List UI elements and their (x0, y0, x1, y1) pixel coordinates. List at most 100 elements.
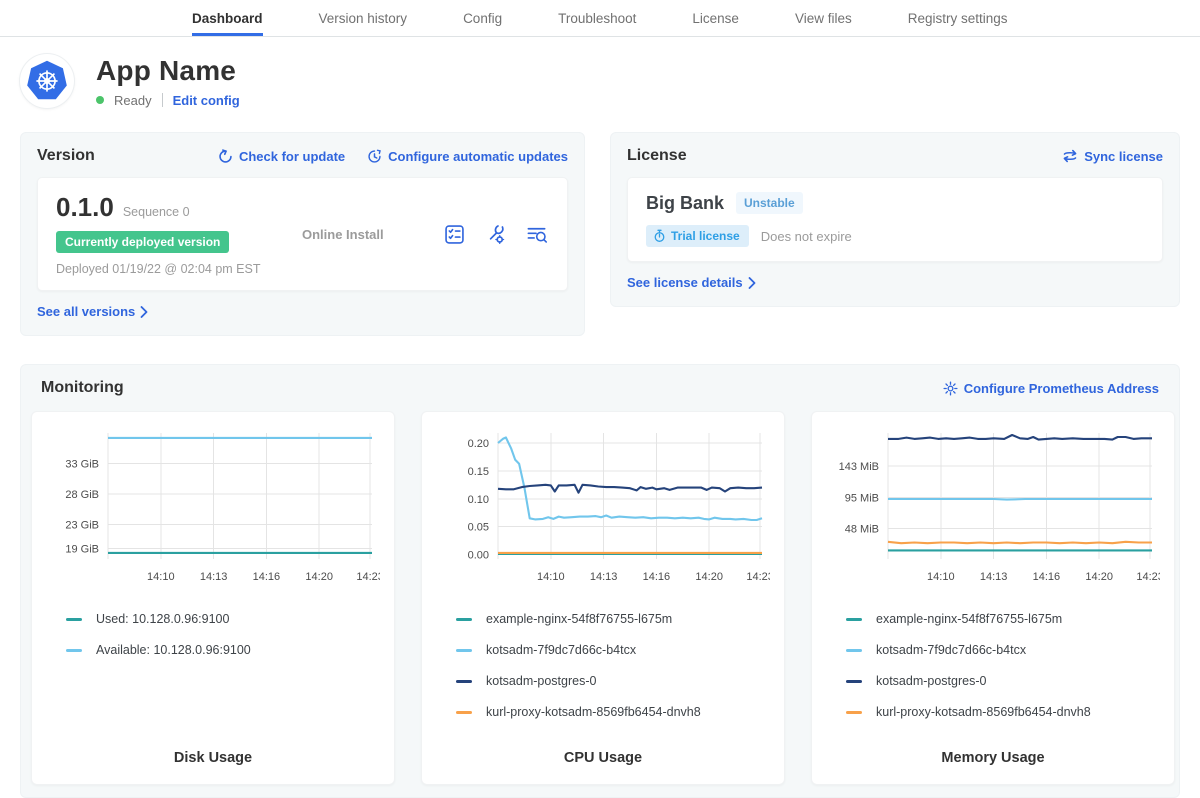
tab-view-files[interactable]: View files (795, 0, 852, 36)
channel-badge: Unstable (736, 192, 803, 214)
tab-dashboard[interactable]: Dashboard (192, 0, 263, 36)
legend-item: kotsadm-7f9dc7d66c-b4tcx (846, 643, 1160, 657)
divider (162, 93, 163, 107)
schedule-update-icon (367, 149, 382, 164)
legend-label: kotsadm-postgres-0 (486, 674, 596, 688)
series-kotsadm-postgres-0 (498, 485, 762, 493)
configure-prometheus-button[interactable]: Configure Prometheus Address (943, 381, 1159, 396)
check-for-update-button[interactable]: Check for update (218, 149, 345, 164)
config-wrench-icon[interactable] (484, 223, 507, 246)
legend-label: kurl-proxy-kotsadm-8569fb6454-dnvh8 (486, 705, 701, 719)
svg-text:33 GiB: 33 GiB (65, 458, 99, 470)
sync-arrows-icon (1062, 149, 1078, 163)
tab-registry-settings[interactable]: Registry settings (908, 0, 1008, 36)
chart-card-memory-usage: 143 MiB95 MiB48 MiB14:1014:1314:1614:201… (811, 411, 1175, 785)
gear-icon (943, 381, 958, 396)
series-kotsadm-postgres-0 (888, 435, 1152, 440)
chart-legend: example-nginx-54f8f76755-l675m kotsadm-7f… (456, 595, 770, 736)
legend-item: kotsadm-postgres-0 (456, 674, 770, 688)
chevron-right-icon (140, 306, 148, 318)
svg-text:14:10: 14:10 (147, 571, 175, 583)
svg-text:14:23: 14:23 (1136, 571, 1160, 583)
tab-config[interactable]: Config (463, 0, 502, 36)
tab-license[interactable]: License (692, 0, 739, 36)
version-panel: Version Check for update (20, 132, 585, 336)
deployed-timestamp: Deployed 01/19/22 @ 02:04 pm EST (56, 262, 288, 276)
legend-swatch (846, 680, 862, 683)
app-status: Ready (114, 93, 152, 108)
legend-label: kurl-proxy-kotsadm-8569fb6454-dnvh8 (876, 705, 1091, 719)
preflight-checks-icon[interactable] (443, 223, 466, 246)
legend-item: kotsadm-7f9dc7d66c-b4tcx (456, 643, 770, 657)
series-kurl-proxy-kotsadm-8569fb6454-dnvh8 (888, 542, 1152, 543)
legend-swatch (456, 618, 472, 621)
chart-title: Disk Usage (46, 736, 380, 774)
svg-text:19 GiB: 19 GiB (65, 544, 99, 556)
edit-config-link[interactable]: Edit config (173, 93, 240, 108)
legend-swatch (456, 711, 472, 714)
install-type: Online Install (288, 227, 443, 242)
chart-card-cpu-usage: 0.200.150.100.050.0014:1014:1314:1614:20… (421, 411, 785, 785)
monitoring-panel: Monitoring (20, 364, 1180, 798)
license-card: Big Bank Unstable Trial license Does not… (627, 177, 1163, 262)
svg-text:28 GiB: 28 GiB (65, 489, 99, 501)
legend-item: example-nginx-54f8f76755-l675m (846, 612, 1160, 626)
monitoring-title: Monitoring (41, 379, 124, 397)
svg-text:14:20: 14:20 (305, 571, 333, 583)
kubernetes-logo-icon (20, 54, 74, 108)
svg-text:14:16: 14:16 (1033, 571, 1061, 583)
legend-item: kotsadm-postgres-0 (846, 674, 1160, 688)
tab-troubleshoot[interactable]: Troubleshoot (558, 0, 636, 36)
tab-version-history[interactable]: Version history (319, 0, 408, 36)
customer-name: Big Bank (646, 193, 724, 214)
app-header: App Name Ready Edit config (20, 54, 1180, 108)
configure-automatic-updates-button[interactable]: Configure automatic updates (367, 149, 568, 164)
svg-text:14:16: 14:16 (643, 571, 671, 583)
legend-swatch (456, 649, 472, 652)
charts-row: 33 GiB 28 GiB 23 GiB 19 GiB 14:10 14:13 14:16 1… (31, 411, 1169, 785)
license-expiry: Does not expire (761, 229, 852, 244)
legend-item: Used: 10.128.0.96:9100 (66, 612, 380, 626)
chart-title: Memory Usage (826, 736, 1160, 774)
license-panel: License Sync license Big Ban (610, 132, 1180, 307)
svg-text:14:10: 14:10 (537, 571, 565, 583)
svg-text:14:13: 14:13 (590, 571, 618, 583)
legend-swatch (846, 649, 862, 652)
chart-plot: 0.200.150.100.050.0014:1014:1314:1614:20… (436, 425, 770, 587)
top-nav: Dashboard Version history Config Troublesho… (0, 0, 1200, 37)
chart-legend: example-nginx-54f8f76755-l675m kotsadm-7f… (846, 595, 1160, 736)
legend-swatch (456, 680, 472, 683)
svg-text:14:23: 14:23 (356, 571, 380, 583)
svg-text:95 MiB: 95 MiB (845, 493, 879, 505)
chart-legend: Used: 10.128.0.96:9100 Available: 10.128.… (66, 595, 380, 674)
legend-label: Available: 10.128.0.96:9100 (96, 643, 251, 657)
svg-text:0.05: 0.05 (468, 522, 489, 534)
chart-title: CPU Usage (436, 736, 770, 774)
svg-text:48 MiB: 48 MiB (845, 524, 879, 536)
current-version-card: 0.1.0 Sequence 0 Currently deployed vers… (37, 177, 568, 291)
svg-text:0.20: 0.20 (468, 438, 489, 450)
svg-text:14:23: 14:23 (746, 571, 770, 583)
legend-swatch (846, 618, 862, 621)
svg-text:23 GiB: 23 GiB (65, 519, 99, 531)
see-all-versions-link[interactable]: See all versions (37, 304, 568, 319)
chart-plot: 143 MiB95 MiB48 MiB14:1014:1314:1614:201… (826, 425, 1160, 587)
see-license-details-link[interactable]: See license details (627, 275, 1163, 290)
svg-text:14:20: 14:20 (1085, 571, 1113, 583)
svg-text:0.00: 0.00 (468, 550, 489, 562)
legend-swatch (846, 711, 862, 714)
status-dot (96, 96, 104, 104)
chevron-right-icon (748, 277, 756, 289)
legend-label: kotsadm-7f9dc7d66c-b4tcx (486, 643, 636, 657)
sync-license-button[interactable]: Sync license (1062, 149, 1163, 164)
legend-label: kotsadm-postgres-0 (876, 674, 986, 688)
svg-text:14:16: 14:16 (253, 571, 281, 583)
legend-label: example-nginx-54f8f76755-l675m (876, 612, 1062, 626)
svg-text:0.10: 0.10 (468, 494, 489, 506)
svg-text:14:20: 14:20 (695, 571, 723, 583)
svg-text:14:13: 14:13 (200, 571, 228, 583)
legend-label: example-nginx-54f8f76755-l675m (486, 612, 672, 626)
legend-swatch (66, 618, 82, 621)
view-logs-icon[interactable] (525, 223, 549, 246)
license-panel-title: License (627, 147, 687, 165)
